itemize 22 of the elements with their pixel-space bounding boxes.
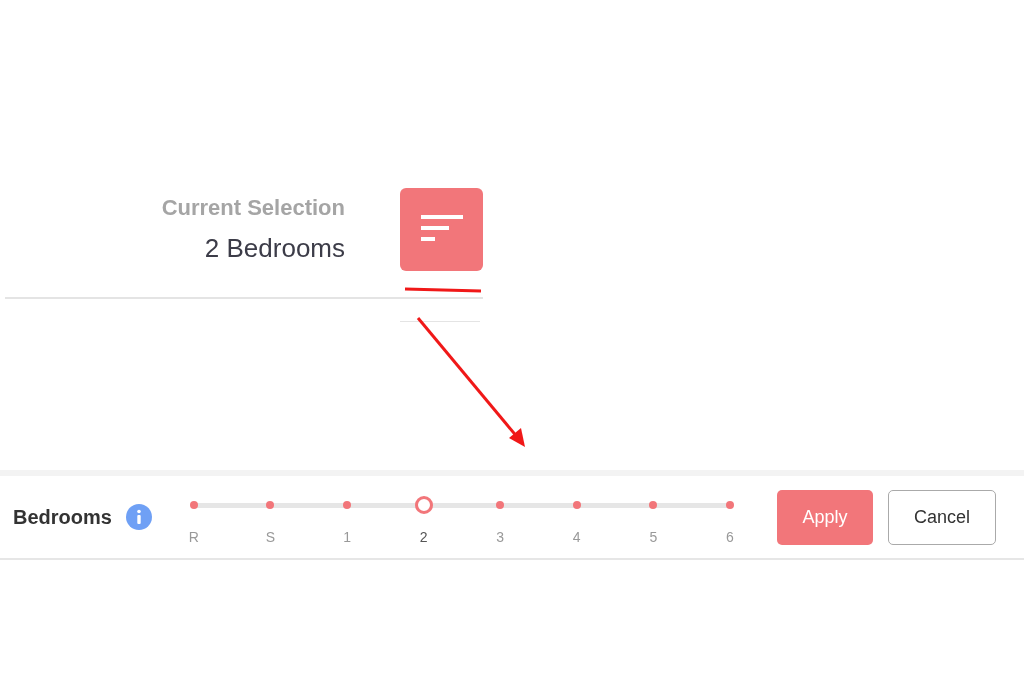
tick-label: 5 [648, 529, 659, 545]
slider-thumb[interactable] [414, 496, 433, 514]
tick-label: 6 [725, 529, 735, 545]
tick-label: 4 [571, 529, 582, 545]
slider-dot[interactable] [266, 501, 275, 509]
tick-label: 3 [495, 529, 506, 545]
info-icon[interactable] [125, 504, 152, 530]
selection-label: Current Selection [161, 195, 345, 221]
selection-value: 2 Bedrooms [204, 233, 345, 264]
slider-dot[interactable] [496, 501, 505, 509]
slider-dot[interactable] [725, 501, 734, 509]
filter-button[interactable] [400, 188, 483, 271]
tick-label: 2 [418, 529, 429, 545]
slider-dot[interactable] [572, 501, 581, 509]
cancel-button[interactable]: Cancel [887, 489, 996, 545]
filter-label: Bedrooms [13, 505, 112, 529]
slider-dot[interactable] [189, 501, 198, 509]
tick-label: 1 [342, 529, 352, 545]
slider-dot[interactable] [343, 501, 352, 509]
tick-label: S [264, 529, 277, 545]
tick-label: R [187, 529, 200, 545]
slider-dot[interactable] [649, 501, 658, 509]
